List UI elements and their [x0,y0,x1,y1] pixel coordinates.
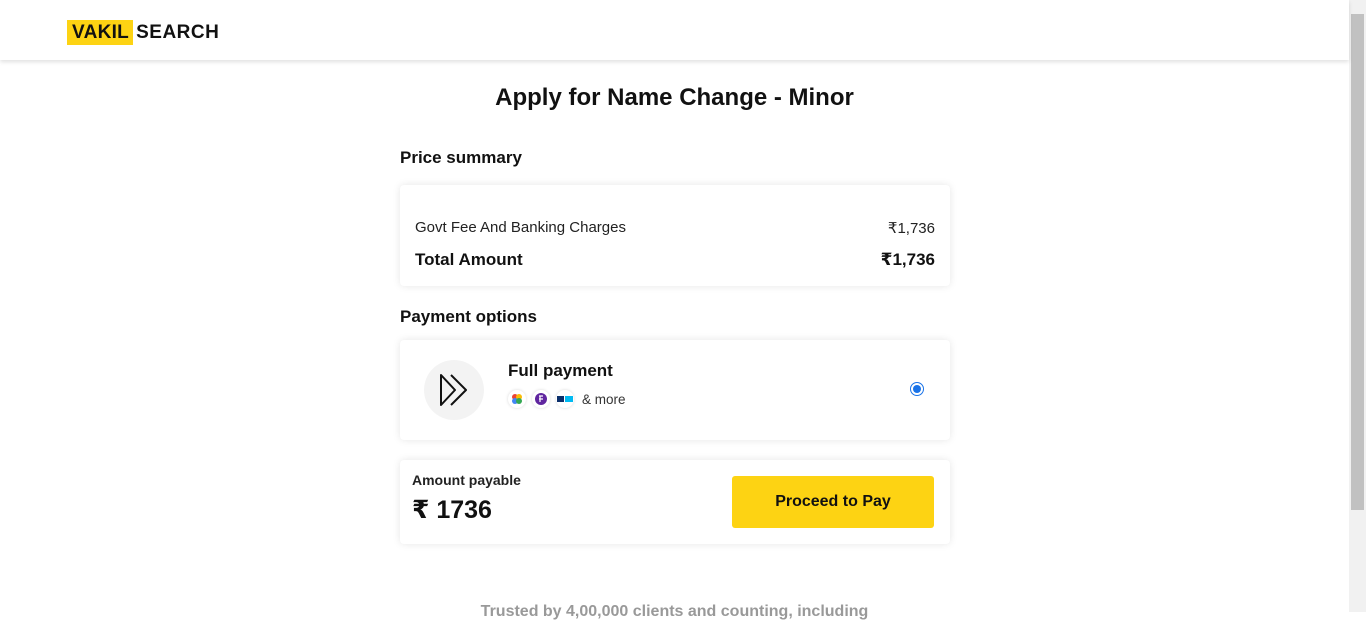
fee-label: Govt Fee And Banking Charges [415,219,626,236]
payment-option-title: Full payment [508,361,613,380]
site-header: VAKIL SEARCH [0,0,1349,60]
total-label: Total Amount [415,250,523,269]
full-payment-radio[interactable] [910,382,924,396]
fast-forward-icon [424,360,484,420]
trusted-by-text: Trusted by 4,00,000 clients and counting… [480,603,869,620]
phonepe-icon [532,390,550,408]
fee-row: Govt Fee And Banking Charges ₹1,736 [415,219,935,237]
scrollbar-thumb[interactable] [1351,14,1364,510]
vakilsearch-logo[interactable]: VAKIL SEARCH [67,20,219,45]
payment-options-heading: Payment options [400,307,537,326]
checkout-bar: Amount payable ₹ 1736 Proceed to Pay [400,460,950,544]
page-title: Apply for Name Change - Minor [495,84,854,111]
page-scrollbar[interactable] [1349,0,1366,612]
radio-selected-dot [913,385,921,393]
amount-payable-value: ₹ 1736 [412,496,492,524]
payment-methods: & more [508,390,626,408]
full-payment-option[interactable]: Full payment & more [400,340,950,440]
more-methods-text: & more [582,391,626,407]
proceed-to-pay-button[interactable]: Proceed to Pay [732,476,934,528]
price-summary-card: Govt Fee And Banking Charges ₹1,736 Tota… [400,185,950,286]
price-summary-heading: Price summary [400,148,522,167]
total-value: ₹1,736 [880,250,935,269]
google-pay-icon [508,390,526,408]
logo-search-text: SEARCH [136,21,220,43]
total-row: Total Amount ₹1,736 [415,250,935,270]
fee-value: ₹1,736 [887,220,935,237]
paytm-icon [556,390,574,408]
logo-vakil-text: VAKIL [67,20,134,45]
amount-payable-label: Amount payable [412,472,521,488]
